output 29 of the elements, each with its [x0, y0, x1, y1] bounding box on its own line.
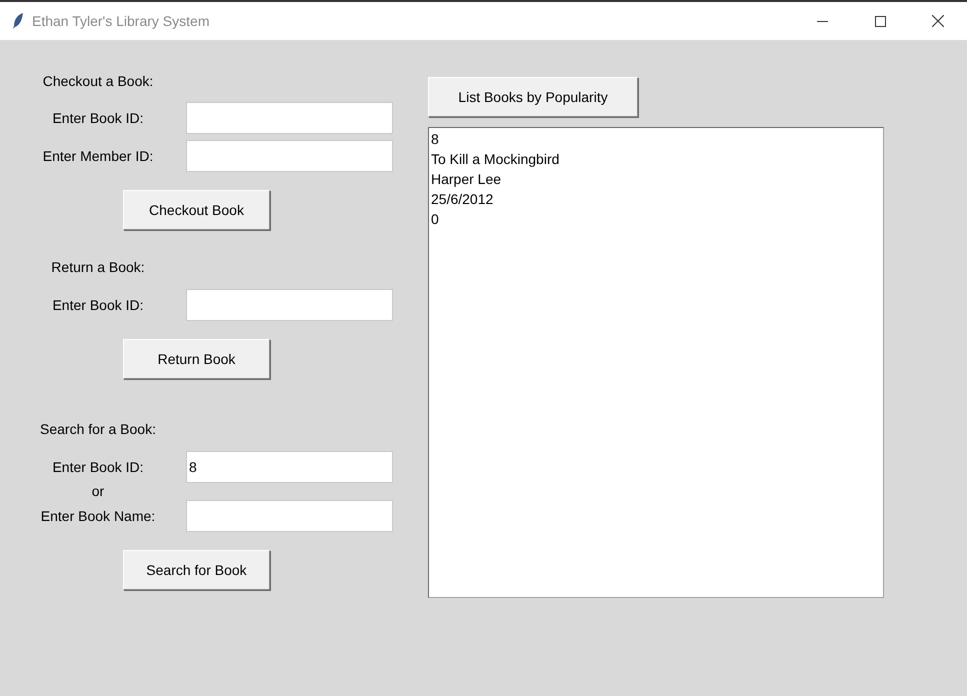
action-button[interactable]: Return Book [123, 339, 270, 379]
input-field[interactable] [186, 140, 393, 172]
list-by-popularity-button[interactable]: List Books by Popularity [428, 77, 638, 117]
action-button[interactable]: Checkout Book [123, 190, 270, 230]
result-line: 0 [431, 210, 440, 229]
section-heading: Return a Book: [50, 258, 146, 277]
maximize-icon[interactable] [874, 16, 886, 26]
input-field[interactable] [186, 289, 393, 321]
result-line: Harper Lee [431, 170, 502, 189]
input-field[interactable] [186, 500, 393, 532]
input-field[interactable]: 8 [186, 451, 393, 483]
field-label: Enter Member ID: [42, 147, 154, 166]
feather-icon [12, 12, 24, 30]
minimize-icon[interactable] [816, 20, 828, 22]
field-label: Enter Book Name: [40, 507, 156, 526]
field-label: Enter Book ID: [51, 109, 145, 128]
action-button[interactable]: Search for Book [123, 550, 270, 590]
field-label: Enter Book ID: [51, 458, 145, 477]
section-heading: Checkout a Book: [42, 72, 154, 91]
result-line: 8 [431, 130, 440, 149]
result-line: 25/6/2012 [431, 190, 494, 209]
input-field[interactable] [186, 102, 393, 134]
section-heading: Search for a Book: [39, 420, 157, 439]
close-icon[interactable] [932, 15, 944, 27]
separator-text: or [90, 483, 106, 500]
results-text-area[interactable]: 8 To Kill a Mockingbird Harper Lee 25/6/2012 0 [428, 127, 884, 598]
result-line: To Kill a Mockingbird [431, 150, 560, 169]
window-title: Ethan Tyler's Library System [32, 12, 210, 31]
field-label: Enter Book ID: [51, 296, 145, 315]
